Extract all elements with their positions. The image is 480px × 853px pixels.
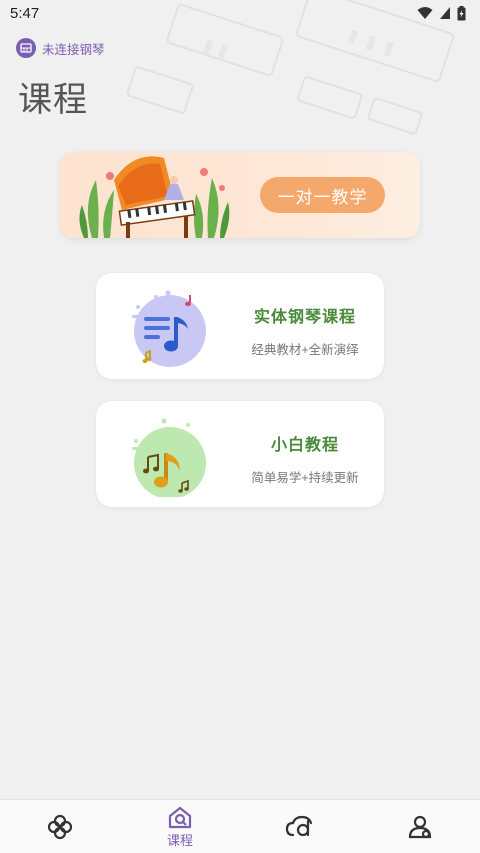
- piano-illustration: [79, 156, 230, 238]
- course-subtitle: 经典教材+全新演绎: [251, 343, 359, 357]
- status-time: 5:47: [10, 4, 40, 22]
- piano-connection-text: 未连接钢琴: [42, 42, 105, 57]
- nav-item-profile[interactable]: [360, 800, 480, 853]
- profile-icon: [408, 815, 432, 838]
- status-icons: [417, 5, 466, 21]
- piano-connection-status[interactable]: 未连接钢琴: [16, 37, 105, 59]
- nav-label-course: 课程: [166, 832, 193, 848]
- course-house-icon: [168, 806, 192, 828]
- cloud-d-icon: [285, 815, 313, 836]
- wifi-icon: [417, 7, 433, 19]
- one-on-one-button[interactable]: 一对一教学: [260, 177, 385, 213]
- music-notes-icon: [132, 418, 206, 497]
- course-card-piano[interactable]: 实体钢琴课程 经典教材+全新演绎: [96, 273, 384, 379]
- course-subtitle: 简单易学+持续更新: [251, 471, 359, 485]
- nav-item-cloud[interactable]: [240, 800, 360, 853]
- piano-icon: [16, 38, 36, 58]
- bottom-navigation: 课程: [0, 799, 480, 853]
- one-on-one-banner[interactable]: 一对一教学: [60, 152, 420, 238]
- signal-icon: [440, 7, 450, 19]
- page-title: 课程: [18, 80, 88, 120]
- course-title: 实体钢琴课程: [253, 309, 356, 326]
- nav-item-discover[interactable]: [0, 800, 120, 853]
- course-title: 小白教程: [270, 437, 339, 454]
- status-bar: 5:47: [0, 0, 480, 26]
- nav-item-course[interactable]: 课程: [120, 800, 240, 853]
- course-card-beginner[interactable]: 小白教程 简单易学+持续更新: [96, 401, 384, 507]
- battery-icon: [457, 5, 466, 20]
- music-note-list-icon: [132, 290, 206, 367]
- flower-icon: [47, 814, 73, 839]
